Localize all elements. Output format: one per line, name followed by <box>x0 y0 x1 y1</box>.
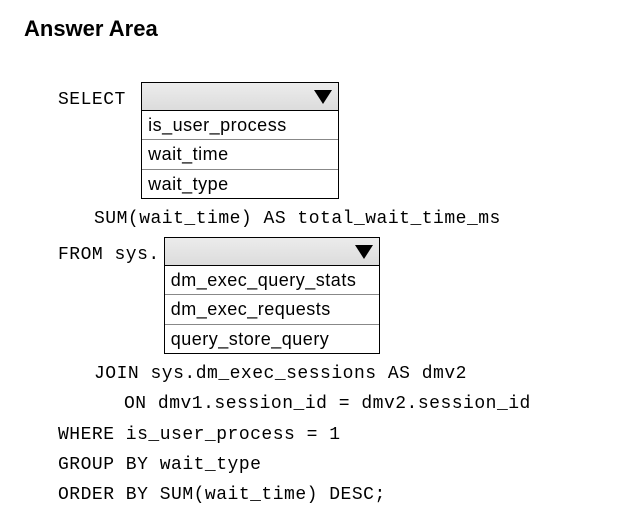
join-clause: JOIN sys.dm_exec_sessions AS dmv2 <box>24 362 609 386</box>
select-row: SELECT is_user_process wait_time wait_ty… <box>24 82 609 199</box>
page-title: Answer Area <box>24 16 609 42</box>
select-keyword: SELECT <box>24 82 137 112</box>
sum-expression: SUM(wait_time) AS total_wait_time_ms <box>24 207 609 231</box>
on-clause: ON dmv1.session_id = dmv2.session_id <box>24 392 609 416</box>
dropdown-option[interactable]: query_store_query <box>165 325 379 353</box>
dropdown-option[interactable]: wait_type <box>142 170 338 198</box>
dropdown-header[interactable] <box>142 83 338 111</box>
dropdown-option[interactable]: dm_exec_requests <box>165 295 379 324</box>
dropdown-select-column[interactable]: is_user_process wait_time wait_type <box>141 82 339 199</box>
dropdown-option[interactable]: is_user_process <box>142 111 338 140</box>
orderby-clause: ORDER BY SUM(wait_time) DESC; <box>24 483 609 507</box>
dropdown-option[interactable]: dm_exec_query_stats <box>165 266 379 295</box>
dropdown-from-table[interactable]: dm_exec_query_stats dm_exec_requests que… <box>164 237 380 354</box>
dropdown-option[interactable]: wait_time <box>142 140 338 169</box>
from-row: FROM sys. dm_exec_query_stats dm_exec_re… <box>24 237 609 354</box>
groupby-clause: GROUP BY wait_type <box>24 453 609 477</box>
dropdown-header[interactable] <box>165 238 379 266</box>
where-clause: WHERE is_user_process = 1 <box>24 423 609 447</box>
sql-query-block: SELECT is_user_process wait_time wait_ty… <box>24 82 609 508</box>
chevron-down-icon <box>314 90 332 104</box>
chevron-down-icon <box>355 245 373 259</box>
from-keyword: FROM sys. <box>24 237 160 267</box>
